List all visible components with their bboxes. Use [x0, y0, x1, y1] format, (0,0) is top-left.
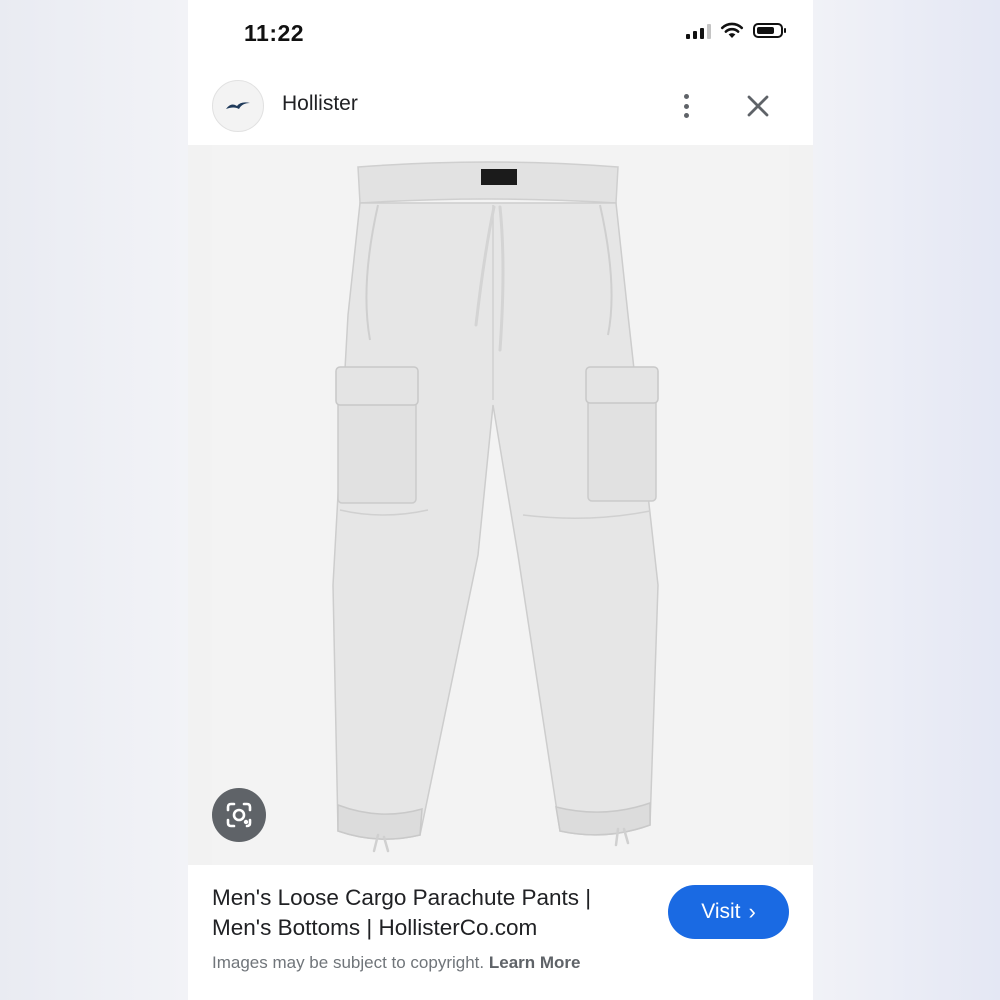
- close-icon[interactable]: [744, 92, 772, 120]
- copyright-text: Images may be subject to copyright.: [212, 953, 485, 972]
- wifi-icon: [720, 22, 744, 38]
- visit-button-label: Visit: [701, 900, 741, 923]
- status-time: 11:22: [244, 20, 305, 46]
- cargo-pants-image: [212, 145, 789, 865]
- phone-screen: 11:22 Hollister Men's Loose Cargo Parach…: [188, 0, 813, 1000]
- chevron-right-icon: ›: [748, 899, 756, 924]
- status-icons: [686, 22, 786, 39]
- seagull-logo-icon: [212, 80, 264, 132]
- backdrop-right: [812, 0, 1000, 1000]
- site-header: Hollister: [188, 78, 813, 134]
- cellular-signal-icon: [686, 23, 711, 39]
- learn-more-link[interactable]: Learn More: [489, 953, 581, 972]
- visit-button[interactable]: Visit ›: [668, 885, 789, 939]
- backdrop-left: [0, 0, 188, 1000]
- product-image[interactable]: [188, 145, 813, 865]
- site-name[interactable]: Hollister: [282, 92, 358, 116]
- copyright-notice: Images may be subject to copyright. Lear…: [212, 953, 581, 973]
- google-lens-icon[interactable]: [212, 788, 266, 842]
- more-vert-icon[interactable]: [676, 91, 696, 121]
- result-title[interactable]: Men's Loose Cargo Parachute Pants | Men'…: [212, 883, 637, 943]
- battery-icon: [753, 23, 786, 38]
